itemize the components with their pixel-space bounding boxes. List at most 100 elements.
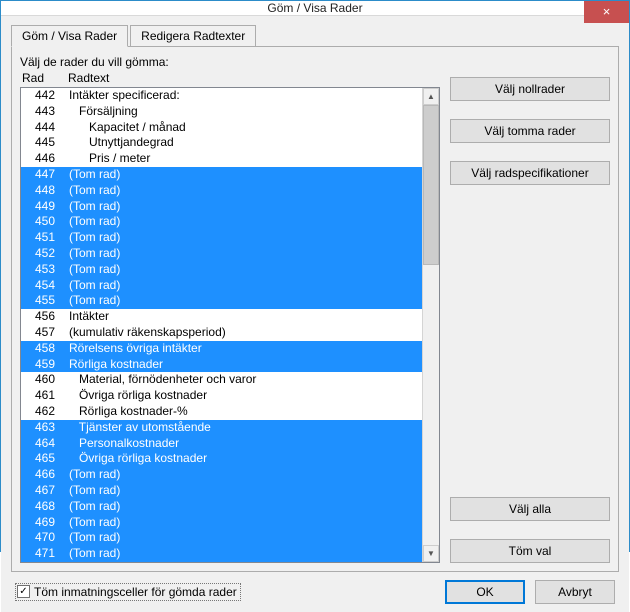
row-number: 460 xyxy=(21,372,69,388)
row-text: Försäljning xyxy=(69,104,422,120)
row-listbox[interactable]: 442Intäkter specificerad:443 Försäljning… xyxy=(21,88,422,562)
list-item[interactable]: 449(Tom rad) xyxy=(21,199,422,215)
row-number: 454 xyxy=(21,278,69,294)
tab-label: Göm / Visa Rader xyxy=(22,29,117,43)
list-item[interactable]: 460 Material, förnödenheter och varor xyxy=(21,372,422,388)
row-text: Övriga rörliga kostnader xyxy=(69,451,422,467)
col-header-rad: Rad xyxy=(22,71,68,85)
list-item[interactable]: 467(Tom rad) xyxy=(21,483,422,499)
scroll-thumb[interactable] xyxy=(423,105,439,265)
row-number: 456 xyxy=(21,309,69,325)
select-all-button[interactable]: Välj alla xyxy=(450,497,610,521)
row-text: Intäkter xyxy=(69,309,422,325)
close-icon: × xyxy=(603,1,611,23)
list-item[interactable]: 471(Tom rad) xyxy=(21,546,422,562)
list-item[interactable]: 447(Tom rad) xyxy=(21,167,422,183)
row-text: (Tom rad) xyxy=(69,214,422,230)
row-number: 445 xyxy=(21,135,69,151)
ok-button[interactable]: OK xyxy=(445,580,525,604)
row-number: 447 xyxy=(21,167,69,183)
select-row-specs-button[interactable]: Välj radspecifikationer xyxy=(450,161,610,185)
row-number: 470 xyxy=(21,530,69,546)
row-text: (Tom rad) xyxy=(69,199,422,215)
columns: Rad Radtext 442Intäkter specificerad:443… xyxy=(20,71,610,563)
row-number: 444 xyxy=(21,120,69,136)
list-item[interactable]: 445 Utnyttjandegrad xyxy=(21,135,422,151)
row-number: 465 xyxy=(21,451,69,467)
list-area: Rad Radtext 442Intäkter specificerad:443… xyxy=(20,71,440,563)
row-number: 464 xyxy=(21,436,69,452)
row-number: 446 xyxy=(21,151,69,167)
row-text: (Tom rad) xyxy=(69,293,422,309)
list-item[interactable]: 450(Tom rad) xyxy=(21,214,422,230)
row-text: (Tom rad) xyxy=(69,499,422,515)
row-text: (Tom rad) xyxy=(69,515,422,531)
list-item[interactable]: 451(Tom rad) xyxy=(21,230,422,246)
row-text: Utnyttjandegrad xyxy=(69,135,422,151)
row-text: Rörliga kostnader-% xyxy=(69,404,422,420)
list-item[interactable]: 455(Tom rad) xyxy=(21,293,422,309)
row-text: (Tom rad) xyxy=(69,467,422,483)
row-number: 443 xyxy=(21,104,69,120)
list-item[interactable]: 464 Personalkostnader xyxy=(21,436,422,452)
list-item[interactable]: 452(Tom rad) xyxy=(21,246,422,262)
select-null-rows-button[interactable]: Välj nollrader xyxy=(450,77,610,101)
tabstrip: Göm / Visa Rader Redigera Radtexter xyxy=(11,24,619,46)
list-item[interactable]: 444 Kapacitet / månad xyxy=(21,120,422,136)
row-text: (Tom rad) xyxy=(69,546,422,562)
list-item[interactable]: 465 Övriga rörliga kostnader xyxy=(21,451,422,467)
list-item[interactable]: 470(Tom rad) xyxy=(21,530,422,546)
list-item[interactable]: 458Rörelsens övriga intäkter xyxy=(21,341,422,357)
row-text: (Tom rad) xyxy=(69,167,422,183)
list-item[interactable]: 443 Försäljning xyxy=(21,104,422,120)
titlebar: Göm / Visa Rader × xyxy=(1,1,629,16)
list-item[interactable]: 459Rörliga kostnader xyxy=(21,357,422,373)
row-text: (Tom rad) xyxy=(69,183,422,199)
row-number: 459 xyxy=(21,357,69,373)
list-item[interactable]: 468(Tom rad) xyxy=(21,499,422,515)
list-item[interactable]: 446 Pris / meter xyxy=(21,151,422,167)
row-number: 468 xyxy=(21,499,69,515)
row-number: 449 xyxy=(21,199,69,215)
row-number: 457 xyxy=(21,325,69,341)
row-number: 448 xyxy=(21,183,69,199)
row-number: 458 xyxy=(21,341,69,357)
list-item[interactable]: 463 Tjänster av utomstående xyxy=(21,420,422,436)
checkbox-label: Töm inmatningsceller för gömda rader xyxy=(34,585,237,599)
row-number: 466 xyxy=(21,467,69,483)
tab-hide-show-rows[interactable]: Göm / Visa Rader xyxy=(11,25,128,47)
list-item[interactable]: 442Intäkter specificerad: xyxy=(21,88,422,104)
vertical-scrollbar[interactable]: ▲ ▼ xyxy=(422,88,439,562)
row-text: (Tom rad) xyxy=(69,230,422,246)
row-number: 467 xyxy=(21,483,69,499)
list-item[interactable]: 466(Tom rad) xyxy=(21,467,422,483)
row-text: Material, förnödenheter och varor xyxy=(69,372,422,388)
row-text: (Tom rad) xyxy=(69,483,422,499)
close-button[interactable]: × xyxy=(584,1,629,23)
select-empty-rows-button[interactable]: Välj tomma rader xyxy=(450,119,610,143)
row-text: Tjänster av utomstående xyxy=(69,420,422,436)
clear-input-cells-checkbox[interactable]: ✓ Töm inmatningsceller för gömda rader xyxy=(15,583,241,601)
prompt-label: Välj de rader du vill gömma: xyxy=(20,55,610,69)
scroll-up-button[interactable]: ▲ xyxy=(423,88,439,105)
row-text: (Tom rad) xyxy=(69,278,422,294)
row-number: 462 xyxy=(21,404,69,420)
scroll-down-button[interactable]: ▼ xyxy=(423,545,439,562)
row-text: Kapacitet / månad xyxy=(69,120,422,136)
row-text: (kumulativ räkenskapsperiod) xyxy=(69,325,422,341)
listbox-wrap: 442Intäkter specificerad:443 Försäljning… xyxy=(20,87,440,563)
clear-selection-button[interactable]: Töm val xyxy=(450,539,610,563)
list-item[interactable]: 469(Tom rad) xyxy=(21,515,422,531)
list-item[interactable]: 462 Rörliga kostnader-% xyxy=(21,404,422,420)
list-header: Rad Radtext xyxy=(20,71,440,85)
list-item[interactable]: 448(Tom rad) xyxy=(21,183,422,199)
list-item[interactable]: 453(Tom rad) xyxy=(21,262,422,278)
list-item[interactable]: 454(Tom rad) xyxy=(21,278,422,294)
list-item[interactable]: 456Intäkter xyxy=(21,309,422,325)
row-text: (Tom rad) xyxy=(69,530,422,546)
cancel-button[interactable]: Avbryt xyxy=(535,580,615,604)
tab-edit-row-texts[interactable]: Redigera Radtexter xyxy=(130,25,256,46)
list-item[interactable]: 461 Övriga rörliga kostnader xyxy=(21,388,422,404)
row-number: 461 xyxy=(21,388,69,404)
list-item[interactable]: 457(kumulativ räkenskapsperiod) xyxy=(21,325,422,341)
